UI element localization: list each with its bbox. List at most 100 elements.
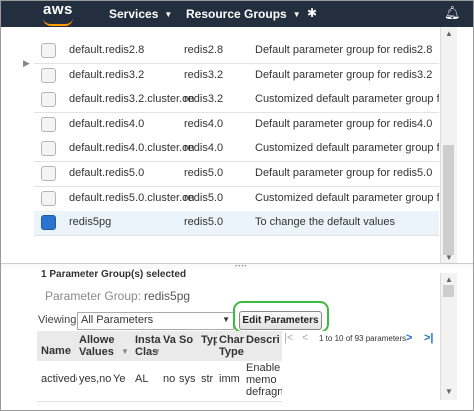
chevron-down-icon: ▼	[164, 10, 173, 19]
column-header[interactable]: So	[179, 334, 199, 346]
top-navigation-bar: aws Services ▼ Resource Groups ▼ ✱ 🔔︎	[1, 1, 473, 27]
pagination-text: 1 to 10 of 93 parameters	[319, 334, 407, 343]
next-page-icon[interactable]: >	[406, 332, 412, 344]
group-description: Default parameter group for redis5.0	[255, 167, 433, 179]
group-family: redis4.0	[184, 142, 224, 154]
resource-groups-menu[interactable]: Resource Groups ▼	[186, 7, 301, 21]
column-header[interactable]: Name	[41, 345, 77, 357]
row-checkbox[interactable]	[41, 191, 56, 206]
chevron-down-icon: ▼	[222, 315, 230, 324]
first-page-icon[interactable]: |<	[284, 332, 293, 344]
group-name: default.redis3.2.cluster.on	[69, 93, 195, 105]
row-checkbox[interactable]	[41, 43, 56, 58]
parameters-table-header: NameAlloweValues▼InstaClas▼VaSoTypCharTy…	[37, 331, 282, 362]
column-header-line: Char	[219, 334, 244, 346]
aws-logo-smile-icon	[43, 18, 73, 26]
group-description: Default parameter group for redis3.2	[255, 69, 433, 81]
scroll-up-icon[interactable]: ▲	[445, 275, 453, 284]
row-checkbox[interactable]	[41, 166, 56, 181]
list-item[interactable]: default.redis3.2.cluster.on redis3.2 Custo…	[34, 88, 439, 113]
group-description: Default parameter group for redis4.0	[255, 118, 433, 130]
splitter-grip-icon[interactable]: ••••	[235, 264, 247, 270]
column-header-line: Allowe	[79, 334, 115, 346]
services-menu[interactable]: Services ▼	[109, 7, 172, 21]
group-name: default.redis5.0	[69, 167, 145, 179]
table-cell: activede	[41, 373, 77, 385]
scroll-down-icon[interactable]: ▼	[445, 253, 453, 262]
table-cell: ALL	[135, 373, 149, 385]
group-family: redis3.2	[184, 69, 224, 81]
aws-logo[interactable]: aws	[43, 1, 73, 18]
list-item[interactable]: default.redis2.8 redis2.8 Default paramete…	[34, 39, 439, 64]
group-name: default.redis4.0	[69, 118, 145, 130]
table-cell: Enable memo defragn	[246, 362, 282, 398]
expand-sidebar-icon[interactable]: ▶	[23, 58, 30, 69]
last-page-icon[interactable]: >|	[424, 332, 434, 344]
column-header-line: Name	[41, 345, 71, 357]
group-family: redis2.8	[184, 44, 224, 56]
group-family: redis5.0	[184, 167, 224, 179]
column-header[interactable]: Typ	[201, 334, 217, 346]
pin-icon[interactable]: ✱	[307, 6, 317, 20]
group-description: Customized default parameter group for r…	[255, 93, 439, 105]
sort-icon[interactable]: ▼	[153, 346, 161, 358]
list-item[interactable]: default.redis5.0 redis5.0 Default paramete…	[34, 162, 439, 187]
column-header[interactable]: Char Type	[219, 334, 244, 358]
group-name: default.redis4.0.cluster.on	[69, 142, 195, 154]
viewing-label: Viewing:	[38, 314, 80, 326]
list-item[interactable]: default.redis3.2 redis3.2 Default paramete…	[34, 64, 439, 89]
console-window: aws Services ▼ Resource Groups ▼ ✱ 🔔︎ ▶ de…	[0, 0, 474, 411]
viewing-select[interactable]: All Parameters ▼	[77, 312, 234, 330]
annotation-highlight-circle	[233, 301, 329, 333]
list-item[interactable]: default.redis4.0.cluster.on redis4.0 Custo…	[34, 137, 439, 162]
pagination: |< < 1 to 10 of 93 parameters > >|	[282, 331, 438, 347]
row-checkbox[interactable]	[41, 117, 56, 132]
column-header[interactable]: Va	[163, 334, 177, 346]
list-item[interactable]: redis5pg redis5.0 To change the default va…	[34, 211, 439, 236]
group-description: Customized default parameter group for r…	[255, 142, 439, 154]
row-checkbox[interactable]	[41, 215, 56, 230]
scrollbar-thumb[interactable]	[443, 145, 454, 255]
row-checkbox[interactable]	[41, 141, 56, 156]
scroll-down-icon[interactable]: ▼	[445, 387, 453, 396]
scrollbar-thumb[interactable]	[443, 285, 454, 297]
column-header[interactable]: Insta Clas ▼	[135, 334, 161, 358]
column-header-line: So	[179, 334, 194, 346]
column-header-line: Values	[79, 346, 114, 358]
column-header-line: Typ	[201, 334, 217, 346]
column-header-line: Insta	[135, 334, 161, 346]
previous-page-icon[interactable]: <	[302, 332, 308, 344]
services-label: Services	[109, 7, 159, 21]
row-checkbox[interactable]	[41, 92, 56, 107]
group-family: redis3.2	[184, 93, 224, 105]
list-item[interactable]: default.redis5.0.cluster.on redis5.0 Custo…	[34, 187, 439, 212]
table-cell: sys	[179, 373, 195, 385]
parameter-group-value: redis5pg	[144, 289, 191, 303]
list-item[interactable]: default.redis4.0 redis4.0 Default paramete…	[34, 113, 439, 138]
selection-count: 1 Parameter Group(s) selected	[41, 269, 187, 280]
table-row[interactable]: activedeyes,noYeALLnosysstrimmEnable mem…	[37, 361, 282, 402]
group-family: redis5.0	[184, 192, 224, 204]
detail-scrollbar[interactable]: ▲ ▼	[440, 273, 457, 400]
scroll-up-icon[interactable]: ▲	[445, 29, 453, 38]
group-name: default.redis2.8	[69, 44, 145, 56]
group-description: Default parameter group for redis2.8	[255, 44, 433, 56]
row-checkbox[interactable]	[41, 68, 56, 83]
bell-icon[interactable]: 🔔︎	[444, 5, 461, 21]
list-scrollbar[interactable]: ▲ ▼	[440, 27, 457, 265]
parameter-group-heading: Parameter Group: redis5pg	[45, 289, 190, 303]
column-header-line: Type	[219, 346, 244, 358]
resource-groups-label: Resource Groups	[186, 7, 287, 21]
group-family: redis4.0	[184, 118, 224, 130]
group-name: default.redis3.2	[69, 69, 145, 81]
viewing-select-value: All Parameters	[81, 314, 154, 326]
column-header-line: Descri	[246, 334, 280, 346]
group-name: redis5pg	[69, 216, 112, 228]
column-header-line: Va	[163, 334, 176, 346]
column-header[interactable]: Descri	[246, 334, 282, 346]
group-description: Customized default parameter group for r…	[255, 192, 439, 204]
group-name: default.redis5.0.cluster.on	[69, 192, 195, 204]
sort-icon[interactable]: ▼	[121, 346, 129, 358]
column-header[interactable]: Allowe Values ▼	[79, 334, 129, 358]
parameter-group-label: Parameter Group:	[45, 289, 142, 303]
